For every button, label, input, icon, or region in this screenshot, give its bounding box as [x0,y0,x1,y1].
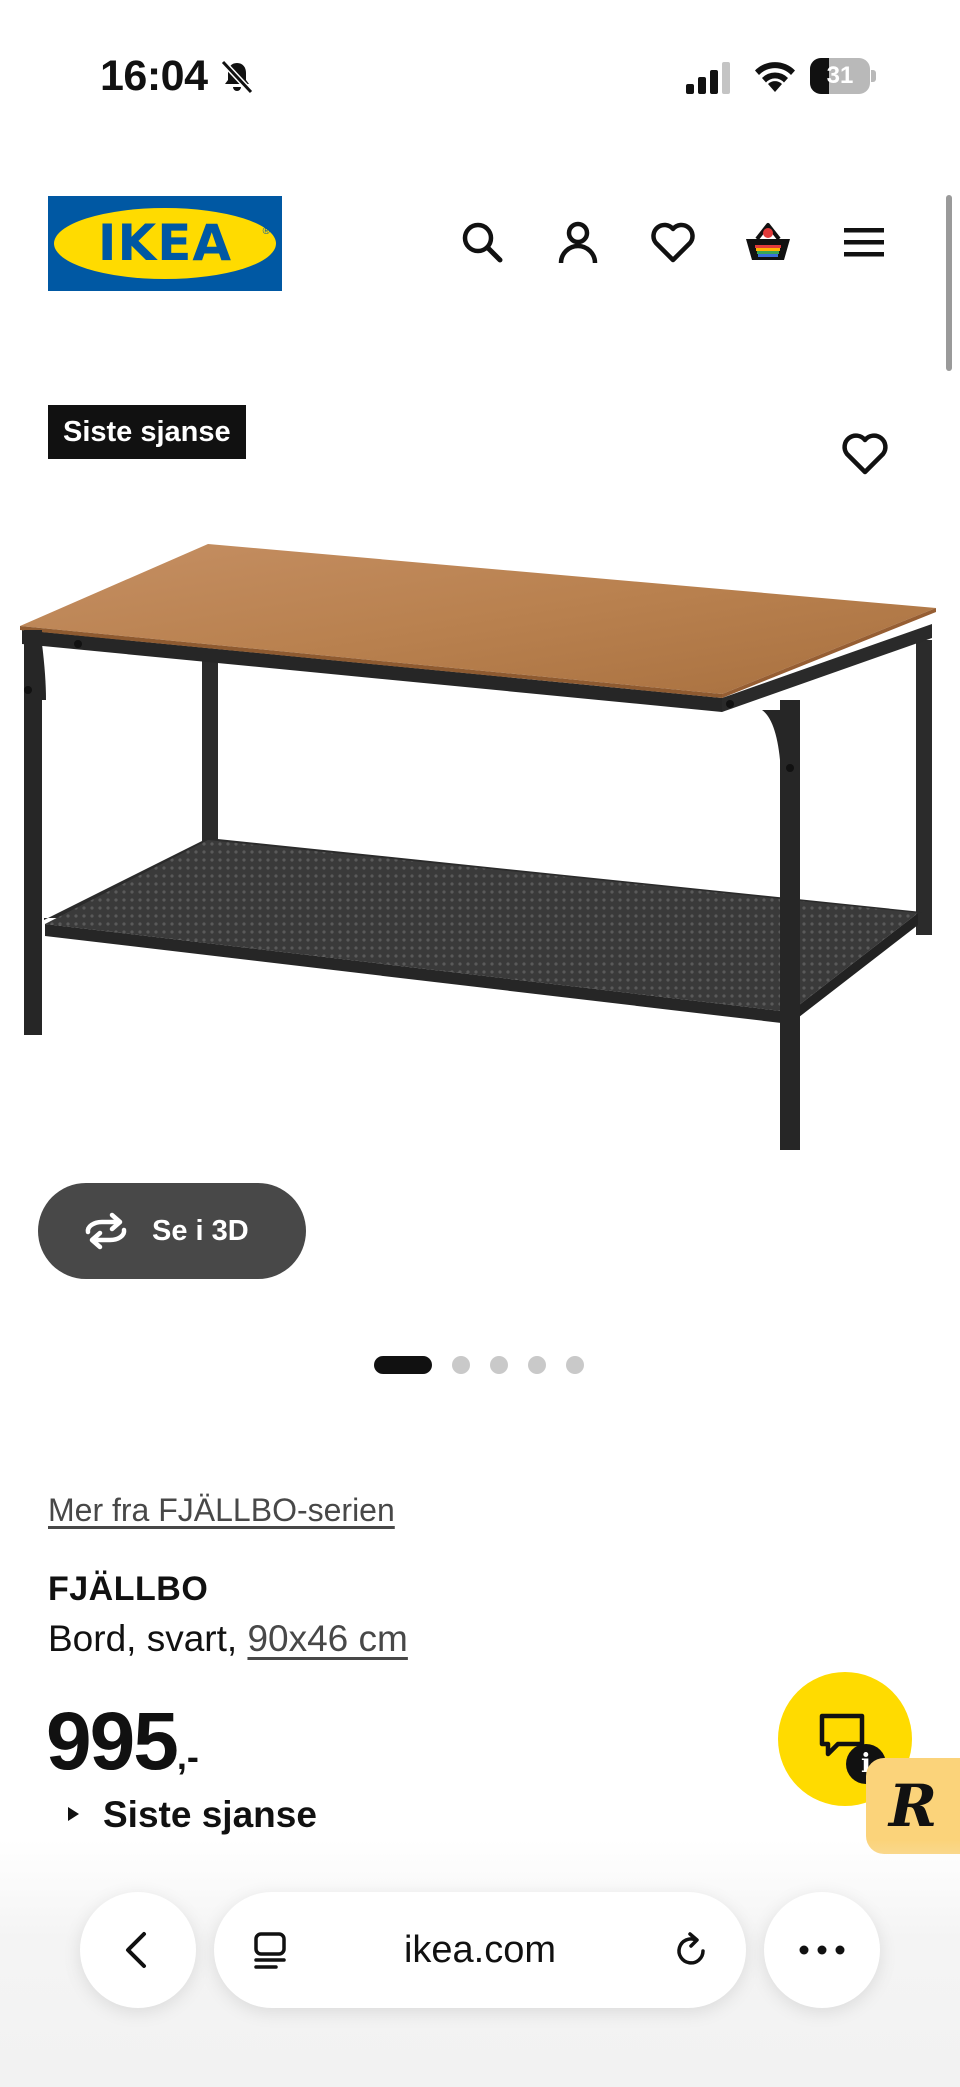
status-time: 16:04 [100,52,208,100]
battery-icon: 31 [810,58,876,94]
page-scrollbar[interactable] [946,195,952,371]
carousel-dot-active[interactable] [374,1356,432,1374]
availability-toggle[interactable]: Siste sjanse [68,1794,317,1836]
browser-back-button[interactable] [80,1892,196,2008]
carousel-dot[interactable] [452,1356,470,1374]
logo-text: IKEA [97,214,233,272]
battery-level: 31 [826,62,854,89]
search-icon[interactable] [458,218,506,266]
reload-icon[interactable] [670,1930,712,1972]
menu-icon[interactable] [840,218,888,266]
product-description: Bord, svart, 90x46 cm [48,1618,408,1660]
availability-label: Siste sjanse [103,1794,317,1835]
price-value: 995 [46,1696,179,1787]
carousel-dot[interactable] [490,1356,508,1374]
product-image[interactable] [0,520,960,1160]
status-bar: 16:04 31 [0,0,960,150]
carousel-dot[interactable] [528,1356,546,1374]
last-chance-badge: Siste sjanse [48,405,246,459]
price-suffix: ,- [176,1736,199,1777]
address-bar-domain: ikea.com [403,1929,557,1971]
disclosure-triangle-icon [68,1807,79,1821]
cellular-signal-icon [686,62,730,94]
product-type-text: Bord, svart, [48,1618,248,1659]
basket-icon[interactable] [744,218,792,266]
address-bar[interactable]: ikea.com [214,1892,746,2008]
heart-icon[interactable] [649,218,697,266]
product-name: FJÄLLBO [48,1570,209,1608]
rotate-3d-icon [85,1212,127,1250]
back-chevron-icon [126,1932,146,1968]
see-in-3d-button[interactable]: Se i 3D [38,1183,306,1279]
ikea-logo[interactable]: IKEA ® [48,196,282,291]
account-icon[interactable] [554,218,602,266]
product-price: 995,- [46,1695,199,1789]
browser-more-button[interactable] [764,1892,880,2008]
product-size-link[interactable]: 90x46 cm [247,1618,407,1659]
wifi-icon [755,62,795,92]
add-to-favourites-heart-icon[interactable] [840,428,890,478]
see-in-3d-label: Se i 3D [152,1215,249,1247]
bell-slash-icon [220,59,254,95]
carousel-dot[interactable] [566,1356,584,1374]
series-link[interactable]: Mer fra FJÄLLBO-serien [48,1492,395,1529]
more-icon [799,1945,845,1955]
